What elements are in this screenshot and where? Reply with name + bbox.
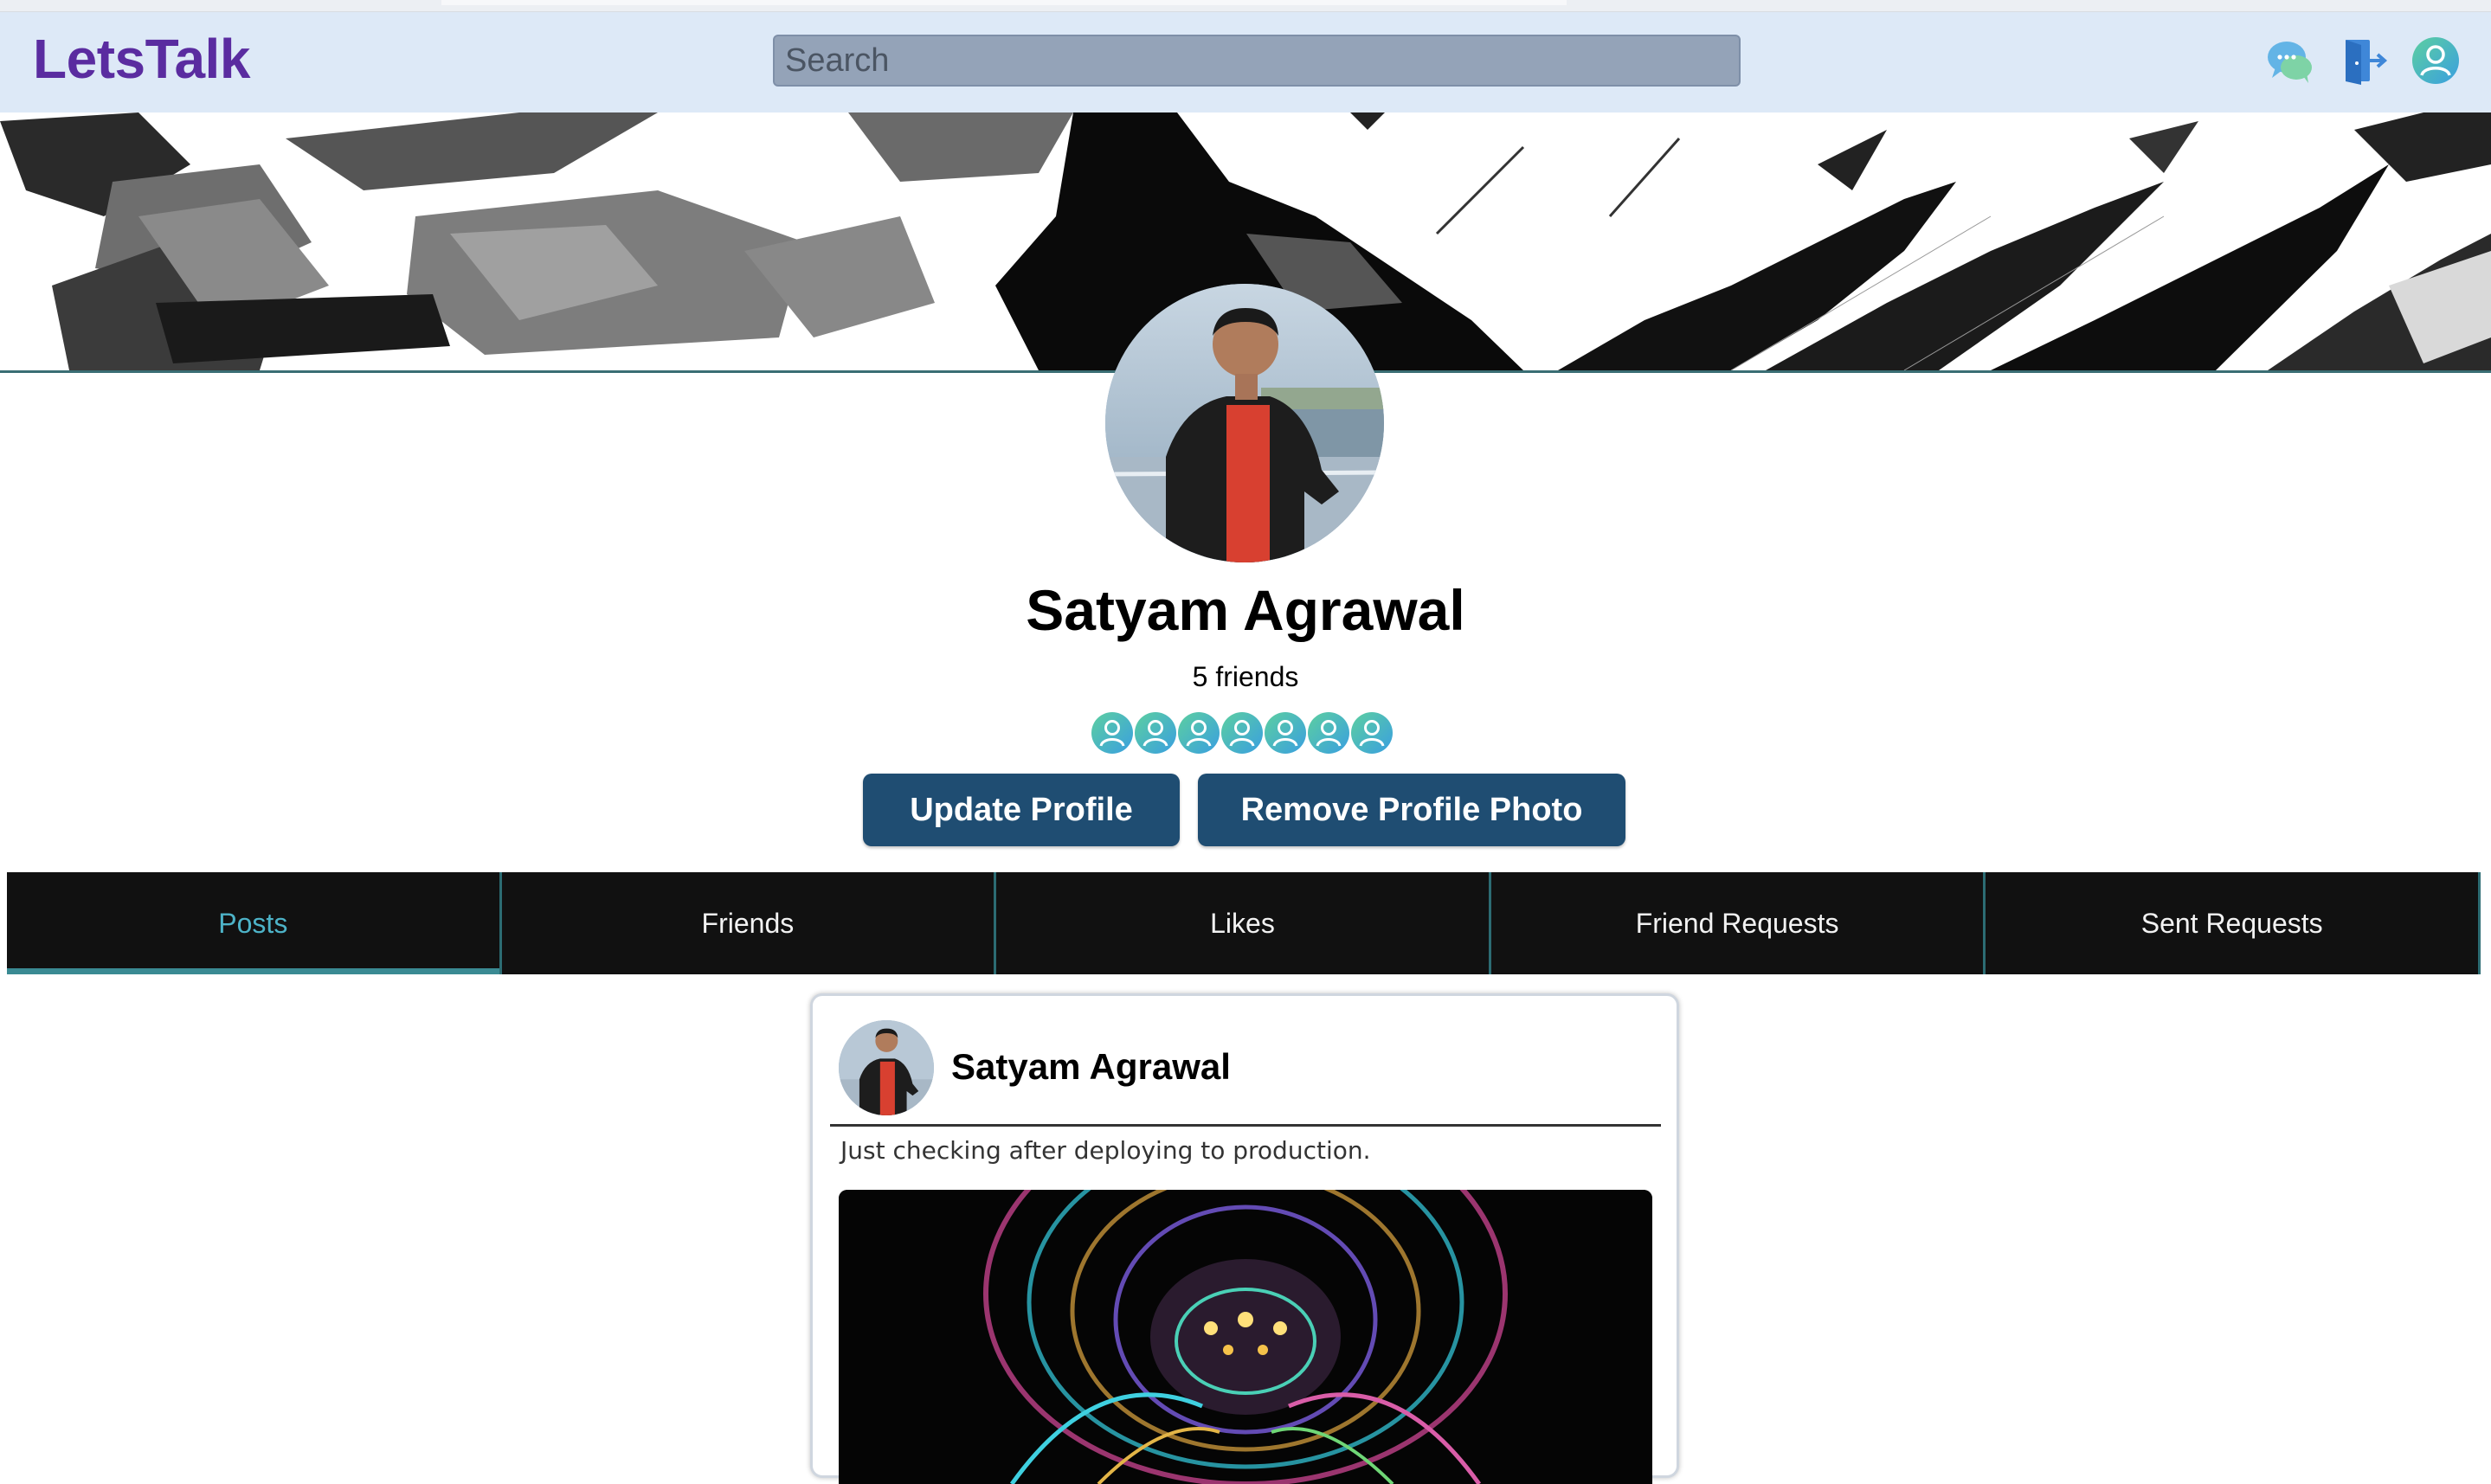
- post-author-avatar[interactable]: [839, 1020, 934, 1115]
- friends-count[interactable]: 5 friends: [0, 658, 2491, 696]
- remove-profile-photo-button[interactable]: Remove Profile Photo: [1198, 774, 1625, 846]
- post-art-image: [839, 1190, 1652, 1484]
- tab-posts[interactable]: Posts: [7, 872, 502, 974]
- update-profile-button[interactable]: Update Profile: [863, 774, 1180, 846]
- profile-avatar[interactable]: [1105, 284, 1384, 562]
- tab-sent-requests[interactable]: Sent Requests: [1986, 872, 2481, 974]
- post-author-photo: [839, 1020, 934, 1115]
- tab-friend-requests[interactable]: Friend Requests: [1491, 872, 1986, 974]
- search-input[interactable]: [773, 35, 1741, 87]
- friend-avatar-icon[interactable]: [1264, 711, 1307, 755]
- friend-avatar-icon[interactable]: [1091, 711, 1134, 755]
- chat-bubbles-icon[interactable]: [2263, 35, 2315, 87]
- post-text: Just checking after deploying to product…: [840, 1136, 1371, 1165]
- logout-door-icon[interactable]: [2337, 35, 2389, 87]
- friend-avatars: [1091, 711, 1402, 756]
- browser-tab-line: [441, 0, 1567, 5]
- friend-avatar-icon[interactable]: [1177, 711, 1220, 755]
- friend-avatar-icon[interactable]: [1220, 711, 1264, 755]
- friend-avatar-icon[interactable]: [1350, 711, 1394, 755]
- tab-friends[interactable]: Friends: [502, 872, 997, 974]
- friend-avatar-icon[interactable]: [1307, 711, 1350, 755]
- navbar: LetsTalk: [0, 12, 2491, 112]
- post-author-name[interactable]: Satyam Agrawal: [951, 1046, 1231, 1088]
- app-logo[interactable]: LetsTalk: [33, 28, 250, 90]
- post-image[interactable]: [839, 1190, 1652, 1484]
- post-card: Satyam Agrawal Just checking after deplo…: [810, 993, 1679, 1484]
- friend-avatar-icon[interactable]: [1134, 711, 1177, 755]
- tab-likes[interactable]: Likes: [996, 872, 1491, 974]
- browser-top-strip: [0, 0, 2491, 12]
- profile-photo-image: [1105, 284, 1384, 562]
- post-divider: [830, 1124, 1661, 1127]
- user-avatar-icon[interactable]: [2410, 35, 2462, 87]
- profile-tabs: Posts Friends Likes Friend Requests Sent…: [7, 872, 2481, 974]
- profile-name: Satyam Agrawal: [1026, 578, 1465, 642]
